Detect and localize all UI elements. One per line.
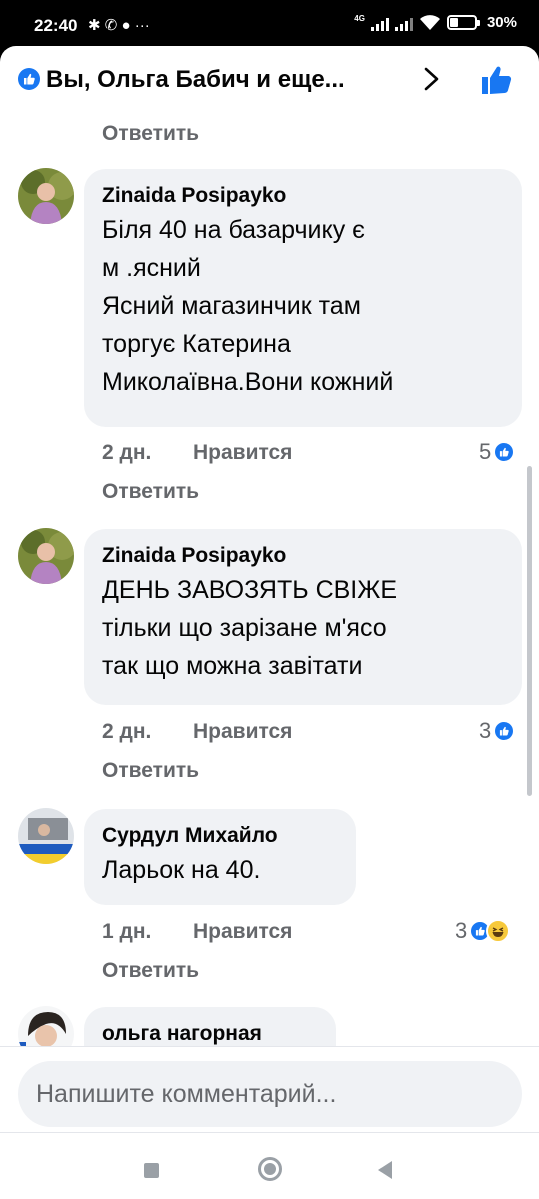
comment-text: Ларьок на 40. — [102, 856, 261, 884]
comment-bubble: Zinaida Posipayko ДЕНЬ ЗАВОЗЯТЬ СВІЖЕ ті… — [84, 529, 522, 705]
status-right: 4G 30% — [354, 14, 517, 31]
comment-bubble: Zinaida Posipayko Біля 40 на базарчику є… — [84, 169, 522, 427]
home-icon[interactable] — [258, 1157, 282, 1181]
avatar[interactable] — [18, 808, 74, 864]
comment-time[interactable]: 2 дн. — [102, 720, 151, 744]
signal-2-icon — [394, 15, 413, 31]
comment-bubble: Сурдул Михайло Ларьок на 40. — [84, 809, 356, 905]
reply-link[interactable]: Ответить — [102, 759, 199, 783]
status-time: 22:40 — [34, 16, 78, 35]
battery-percent: 30% — [486, 14, 517, 31]
network-type: 4G — [354, 14, 365, 23]
reactions-summary-title[interactable]: Вы, Ольга Бабич и еще... — [46, 66, 345, 94]
like-reaction-icon — [493, 441, 516, 463]
comment-author[interactable]: ольга нагорная — [102, 1019, 318, 1049]
reaction-summary[interactable]: 5 — [479, 439, 516, 465]
comment-text: ДЕНЬ ЗАВОЗЯТЬ СВІЖЕ тільки що зарізане м… — [102, 576, 398, 680]
reply-link[interactable]: Ответить — [102, 480, 199, 504]
avatar[interactable] — [18, 168, 74, 224]
reaction-summary[interactable]: 3 — [455, 918, 511, 944]
comment-text: Біля 40 на базарчику є м .ясний Ясний ма… — [102, 216, 394, 396]
like-comment-button[interactable]: Нравится — [193, 720, 292, 744]
comment-actions: 2 дн. Нравится — [102, 441, 502, 471]
reaction-summary[interactable]: 3 — [479, 718, 516, 744]
comment-time[interactable]: 1 дн. — [102, 920, 151, 944]
system-nav-bar — [0, 1132, 539, 1199]
reply-link[interactable]: Ответить — [102, 959, 199, 983]
notification-icons: ✱ ✆ ● ··· — [88, 17, 150, 34]
reactions-sheet: Вы, Ольга Бабич и еще... Ответить Zinaid… — [0, 46, 539, 1199]
reaction-count: 3 — [455, 918, 468, 943]
composer-area: Напишите комментарий... — [0, 1046, 539, 1132]
reaction-count: 3 — [479, 718, 492, 743]
header: Вы, Ольга Бабич и еще... — [0, 46, 539, 114]
comment-author[interactable]: Zinaida Posipayko — [102, 541, 504, 571]
like-comment-button[interactable]: Нравится — [193, 920, 292, 944]
back-icon[interactable] — [378, 1161, 392, 1179]
wifi-icon — [419, 14, 440, 30]
like-comment-button[interactable]: Нравится — [193, 441, 292, 465]
signal-icon — [370, 15, 389, 31]
scrollbar[interactable] — [527, 466, 532, 796]
chevron-right-icon[interactable] — [420, 64, 444, 94]
comment-author[interactable]: Сурдул Михайло — [102, 821, 338, 851]
like-badge-icon — [18, 68, 40, 90]
comment-time[interactable]: 2 дн. — [102, 441, 151, 465]
reply-link[interactable]: Ответить — [102, 122, 199, 146]
comment-input[interactable]: Напишите комментарий... — [18, 1061, 522, 1127]
recent-apps-icon[interactable] — [144, 1163, 159, 1178]
reaction-count: 5 — [479, 439, 492, 464]
like-reaction-icon — [493, 720, 516, 742]
comment-actions: 2 дн. Нравится — [102, 720, 502, 750]
haha-reaction-icon — [486, 919, 511, 943]
avatar[interactable] — [18, 528, 74, 584]
like-button-icon[interactable] — [480, 64, 514, 96]
status-bar: 22:40 ✱ ✆ ● ··· 4G 30% — [0, 0, 539, 46]
comment-author[interactable]: Zinaida Posipayko — [102, 181, 504, 211]
battery-icon — [446, 15, 480, 30]
comment-actions: 1 дн. Нравится — [102, 920, 502, 950]
